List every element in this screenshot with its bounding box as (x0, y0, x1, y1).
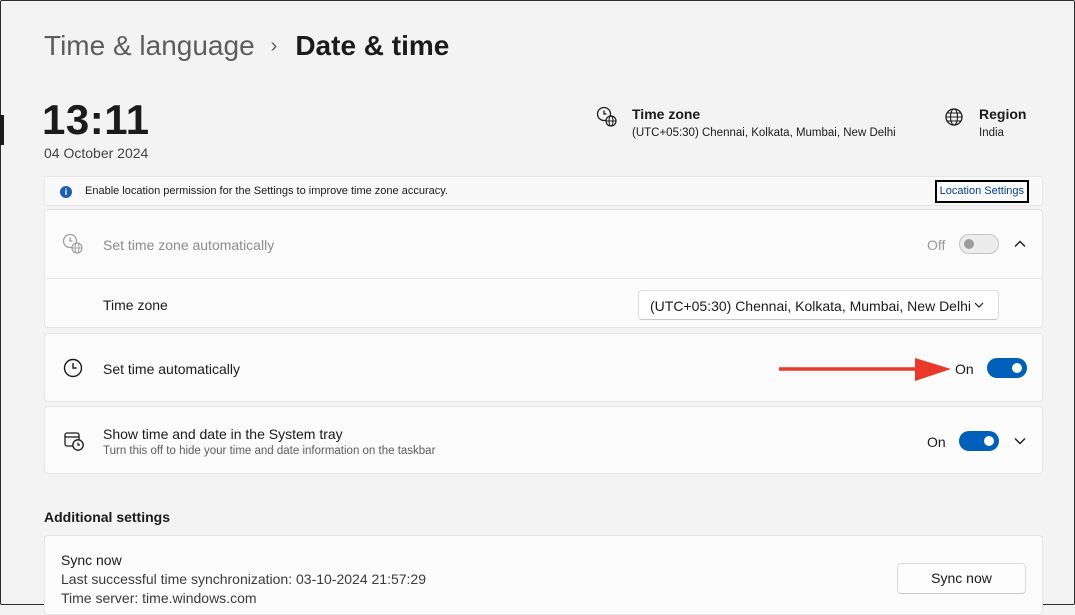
page-title: Date & time (295, 30, 450, 61)
auto-timezone-card: Set time zone automatically Off Time zon… (44, 209, 1043, 328)
sync-now-button[interactable]: Sync now (897, 563, 1026, 594)
breadcrumb-separator: › (270, 34, 278, 57)
time-zone-dropdown-value: (UTC+05:30) Chennai, Kolkata, Mumbai, Ne… (650, 298, 971, 314)
location-permission-banner: i Enable location permission for the Set… (44, 176, 1043, 206)
card-divider (45, 278, 1042, 279)
systray-card[interactable]: Show time and date in the System tray Tu… (44, 406, 1043, 474)
systray-toggle[interactable] (959, 431, 999, 451)
location-settings-link[interactable]: Location Settings (934, 180, 1029, 203)
info-icon: i (60, 186, 72, 198)
auto-time-toggle[interactable] (987, 358, 1027, 378)
time-zone-row-label: Time zone (103, 297, 168, 313)
time-zone-dropdown[interactable]: (UTC+05:30) Chennai, Kolkata, Mumbai, Ne… (638, 290, 999, 320)
clock-icon (63, 358, 83, 378)
chevron-down-icon (974, 302, 984, 308)
current-time: 13:11 (42, 96, 150, 143)
region-title: Region (979, 106, 1027, 122)
additional-settings-heading: Additional settings (44, 509, 170, 525)
region-value: India (979, 127, 1004, 139)
window-edge-marker (0, 115, 4, 145)
auto-time-label: Set time automatically (103, 361, 240, 377)
time-server-text: Time server: time.windows.com (61, 590, 257, 606)
clock-globe-icon (62, 233, 83, 254)
breadcrumb-parent-link[interactable]: Time & language (44, 30, 255, 62)
banner-message: Enable location permission for the Setti… (85, 185, 448, 197)
clock-globe-icon (596, 106, 617, 127)
auto-timezone-label: Set time zone automatically (103, 237, 275, 253)
time-zone-title: Time zone (632, 106, 701, 122)
chevron-up-icon[interactable] (1013, 237, 1027, 251)
chevron-down-icon[interactable] (1013, 434, 1027, 448)
auto-timezone-state: Off (927, 237, 946, 253)
sync-now-title: Sync now (61, 552, 122, 568)
calendar-clock-icon (64, 432, 84, 451)
systray-description: Turn this off to hide your time and date… (103, 445, 436, 457)
breadcrumb: Time & language › Date & time (44, 30, 449, 62)
auto-timezone-toggle[interactable] (959, 234, 999, 254)
region-summary: Region India (943, 106, 1026, 139)
annotation-arrow (779, 358, 951, 381)
last-sync-text: Last successful time synchronization: 03… (61, 571, 426, 587)
globe-icon (945, 108, 963, 126)
auto-time-state: On (955, 361, 974, 377)
systray-state: On (927, 434, 946, 450)
time-zone-value: (UTC+05:30) Chennai, Kolkata, Mumbai, Ne… (632, 127, 896, 139)
time-zone-summary: Time zone (UTC+05:30) Chennai, Kolkata, … (596, 106, 896, 139)
systray-label: Show time and date in the System tray (103, 426, 343, 442)
sync-now-card: Sync now Last successful time synchroniz… (44, 535, 1043, 615)
current-date: 04 October 2024 (44, 145, 149, 161)
